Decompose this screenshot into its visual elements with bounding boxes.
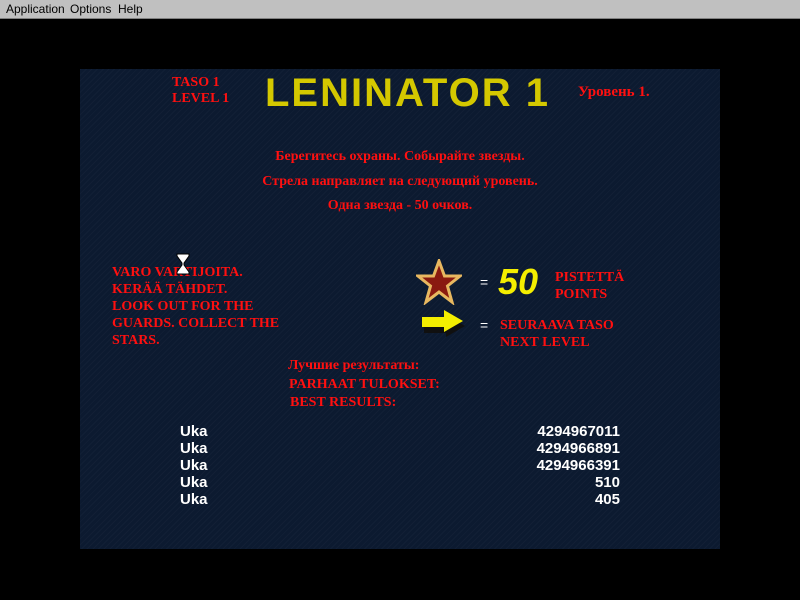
- menu-help[interactable]: Help: [118, 2, 143, 16]
- score-name: Uka: [180, 440, 208, 457]
- score-name: Uka: [180, 474, 208, 491]
- star-label-en: POINTS: [555, 287, 608, 302]
- level-en: LEVEL 1: [172, 91, 230, 106]
- arrow-label-en: NEXT LEVEL: [500, 335, 590, 350]
- score-name: Uka: [180, 457, 208, 474]
- arrow-label-fi: SEURAAVA TASO: [500, 318, 614, 333]
- instruction-ru-3: Одна звезда - 50 очков.: [327, 198, 473, 213]
- instruction-3: LOOK OUT FOR THE: [112, 299, 254, 314]
- score-value: 4294966891: [536, 440, 620, 457]
- score-value: 405: [594, 491, 620, 508]
- score-name: Uka: [180, 423, 208, 440]
- best-results-en: BEST RESULTS:: [290, 395, 397, 410]
- game-screen[interactable]: TASO 1 LEVEL 1 LENINATOR 1 Уровень 1. Бе…: [80, 69, 720, 549]
- score-name: Uka: [180, 491, 208, 508]
- instruction-ru-1: Берегитесь охраны. Собырайте звезды.: [275, 149, 525, 164]
- level-fi: TASO 1: [172, 75, 220, 90]
- level-ru: Уровень 1.: [578, 84, 650, 100]
- menu-bar: Application Options Help: [0, 0, 800, 19]
- best-results-ru: Лучшие результаты:: [288, 358, 420, 373]
- star-icon: [416, 259, 462, 305]
- equals-sign: =: [480, 274, 489, 290]
- star-points-value: 50: [498, 261, 539, 302]
- menu-application[interactable]: Application: [6, 2, 65, 16]
- best-results-fi: PARHAAT TULOKSET:: [289, 377, 440, 392]
- instruction-4: GUARDS. COLLECT THE: [112, 316, 280, 331]
- equals-sign: =: [480, 317, 489, 333]
- instruction-2: KERÄÄ TÄHDET.: [112, 282, 228, 297]
- score-value: 510: [594, 474, 620, 491]
- instruction-5: STARS.: [112, 333, 160, 348]
- score-value: 4294967011: [537, 423, 620, 440]
- game-title: LENINATOR 1: [265, 71, 550, 115]
- score-value: 4294966391: [536, 457, 620, 474]
- arrow-icon: [422, 310, 465, 337]
- star-label-fi: PISTETTÄ: [555, 270, 625, 285]
- hourglass-cursor-icon: [176, 253, 190, 275]
- menu-options[interactable]: Options: [70, 2, 111, 16]
- instruction-ru-2: Стрела направляет на следующий уровень.: [262, 174, 538, 189]
